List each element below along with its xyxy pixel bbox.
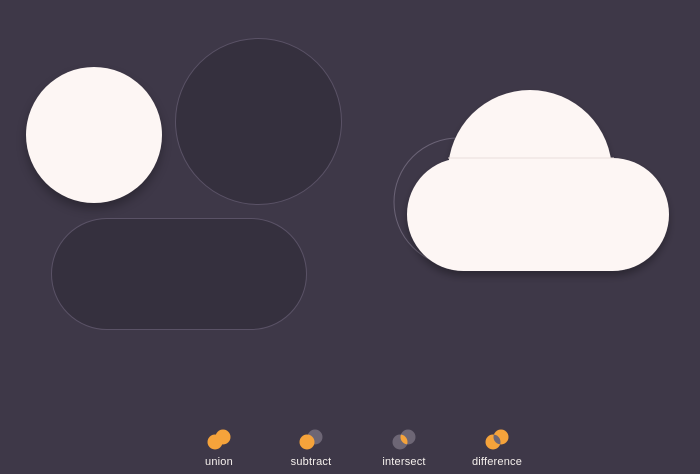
union-label: union <box>205 456 233 468</box>
subtract-button[interactable]: subtract <box>266 426 356 468</box>
light-circle-shape[interactable] <box>26 67 162 203</box>
difference-icon <box>485 429 509 450</box>
boolean-operations-bar: union subtract intersect difference <box>0 426 700 474</box>
union-button[interactable]: union <box>174 426 264 468</box>
difference-label: difference <box>471 456 523 468</box>
dark-circle-shape[interactable] <box>175 38 342 205</box>
union-icon <box>207 429 231 450</box>
cloud-shape[interactable] <box>392 88 672 278</box>
cloud-base-pill <box>407 158 669 271</box>
subtract-label: subtract <box>290 456 332 468</box>
intersect-button[interactable]: intersect <box>359 426 449 468</box>
intersect-icon <box>392 429 416 450</box>
canvas <box>0 0 700 474</box>
difference-button[interactable]: difference <box>452 426 542 468</box>
dark-pill-shape[interactable] <box>51 218 307 330</box>
intersect-label: intersect <box>382 456 426 468</box>
subtract-icon <box>299 429 323 450</box>
